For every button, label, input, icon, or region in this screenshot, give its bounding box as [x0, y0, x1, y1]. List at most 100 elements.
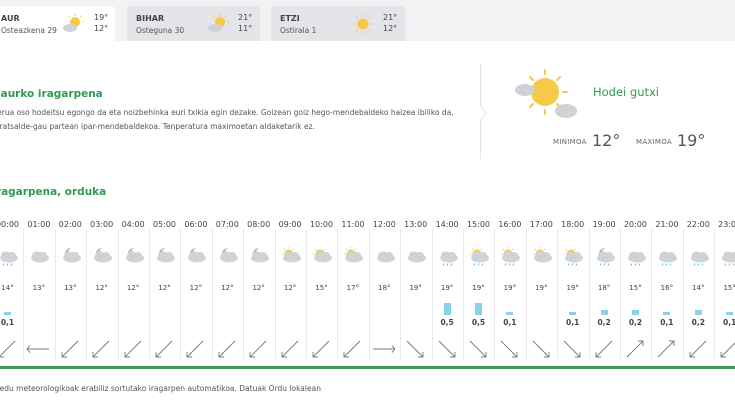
hour-separator: [180, 229, 182, 359]
max-temp-value: 19°: [677, 131, 706, 150]
hour-temp: 12°: [252, 284, 265, 292]
cloud-rain-icon: [439, 251, 458, 266]
wind-arrow-ne-icon: [626, 340, 644, 358]
cloud-rain-icon: [659, 251, 678, 266]
hour-column: 11:00 17°: [337, 211, 368, 363]
wind-arrow-sw-icon: [92, 340, 110, 358]
min-temp-value: 12°: [592, 131, 621, 150]
hour-time: 11:00: [341, 220, 365, 229]
hour-time: 00:00: [0, 220, 20, 229]
hour-separator: [149, 229, 150, 359]
day-tab-today[interactable]: AUR Osteazkena 29 19° 12°: [0, 6, 115, 41]
hour-time: 16:00: [498, 220, 522, 229]
hour-precip: 0,1: [566, 318, 580, 327]
hour-temp: 12°: [126, 284, 140, 292]
hour-column: 00:00 14° 0,1: [0, 211, 23, 363]
today-forecast-title: Gaurko iragarpena: [0, 88, 103, 100]
hour-separator: [337, 229, 339, 359]
hour-temp: 19°: [472, 284, 485, 292]
hour-separator: [557, 229, 559, 359]
hour-temp: 19°: [409, 284, 422, 292]
hour-column: 13:00 19°: [400, 211, 431, 363]
precip-bar: [694, 310, 702, 315]
hour-column: 07:00 12°: [211, 211, 243, 363]
hour-separator: [494, 229, 496, 359]
hour-separator: [86, 229, 88, 359]
hour-temp: 12°: [283, 284, 297, 292]
hour-temp: 14°: [1, 284, 14, 292]
hour-time: 17:00: [529, 220, 553, 229]
precip-bar: [506, 312, 514, 315]
hour-precip: 0,2: [691, 318, 705, 327]
hour-temp: 13°: [64, 284, 77, 292]
tab-day-name: ETZI: [280, 14, 300, 23]
wind-arrow-sw-icon: [61, 340, 79, 358]
max-temp-label: MAXIMOA: [636, 138, 673, 146]
hour-column: 19:00 18° 0,2: [588, 211, 620, 363]
wind-arrow-sw-icon: [124, 340, 141, 358]
hour-separator: [368, 229, 370, 359]
hour-column: 17:00 19°: [525, 211, 557, 363]
moon-cloud-icon: [188, 247, 207, 263]
hour-time: 02:00: [58, 220, 82, 229]
green-divider: [0, 366, 735, 369]
hour-precip: 0,1: [723, 318, 735, 327]
wind-arrow-sw-icon: [249, 340, 267, 358]
sun-cloud-rain-icon: [470, 247, 489, 266]
hour-separator: [23, 229, 25, 359]
tab-max-temp: 21°: [383, 13, 398, 22]
day-tab-tomorrow[interactable]: BIHAR Osteguna 30 21° 11°: [127, 6, 260, 41]
tab-day-name: AUR: [1, 14, 20, 23]
sun-cloud-rain-icon: [501, 247, 521, 266]
moon-cloud-icon: [251, 247, 270, 263]
tab-day-date: Ostirala 1: [280, 26, 317, 35]
hour-temp: 12°: [221, 284, 234, 292]
hour-time: 15:00: [466, 220, 491, 229]
cloud-icon: [31, 251, 50, 263]
hour-temp: 15°: [315, 284, 328, 292]
hour-temp: 14°: [692, 284, 705, 292]
hour-precip: 0,1: [503, 318, 517, 327]
tab-day-date: Osteguna 30: [136, 26, 185, 35]
tab-day-date: Osteazkena 29: [1, 26, 57, 35]
tab-day-name: BIHAR: [136, 14, 165, 23]
precip-bar: [726, 312, 734, 315]
hour-column: 05:00 12°: [149, 211, 180, 363]
tab-min-temp: 12°: [94, 24, 109, 33]
hour-time: 12:00: [372, 220, 396, 229]
hour-column: 14:00 19° 0,5: [431, 211, 463, 363]
hourly-forecast-title: Iragarpena, orduka: [0, 186, 107, 198]
wind-arrow-sw-icon: [218, 340, 236, 358]
wind-arrow-sw-icon: [595, 340, 612, 358]
hour-temp: 12°: [158, 284, 171, 292]
hour-time: 13:00: [404, 220, 428, 229]
wind-arrow-nw-icon: [406, 340, 424, 358]
precip-bar: [600, 310, 608, 315]
wind-arrow-sw-icon: [343, 340, 361, 358]
hour-temp: 12°: [95, 284, 108, 292]
wind-arrow-nw-icon: [501, 340, 518, 358]
wind-arrow-nw-icon: [469, 340, 487, 358]
hour-temp: 18°: [597, 284, 611, 292]
wind-arrow-sw-icon: [155, 340, 173, 358]
hourly-forecast-list: 00:0014°0,101:0013°02:0013°03:0012°04:00…: [0, 211, 735, 363]
hour-precip: 0,1: [0, 318, 15, 327]
day-tab-after-tomorrow[interactable]: ETZI Ostirala 1 21° 12°: [271, 6, 405, 41]
sun-icon: [353, 14, 373, 34]
precip-bar: [4, 312, 11, 315]
sun-cloud-icon: [281, 247, 301, 263]
hour-separator: [431, 229, 433, 359]
hour-time: 08:00: [247, 220, 271, 229]
hour-separator: [211, 229, 213, 359]
hour-time: 07:00: [215, 220, 239, 229]
hour-temp: 17°: [346, 284, 360, 292]
hour-time: 23:00: [718, 220, 735, 229]
today-forecast-text: Zerua oso hodeitsu egongo da eta noizbeh…: [0, 106, 460, 134]
wind-arrow-sw-icon: [689, 340, 707, 358]
sun-cloud-rain-icon: [564, 247, 584, 266]
wind-arrow-sw-icon: [0, 340, 16, 358]
moon-cloud-icon: [157, 247, 175, 263]
sun-cloud-icon: [344, 247, 364, 263]
hour-temp: 19°: [440, 284, 454, 292]
hour-temp: 15°: [629, 284, 642, 292]
